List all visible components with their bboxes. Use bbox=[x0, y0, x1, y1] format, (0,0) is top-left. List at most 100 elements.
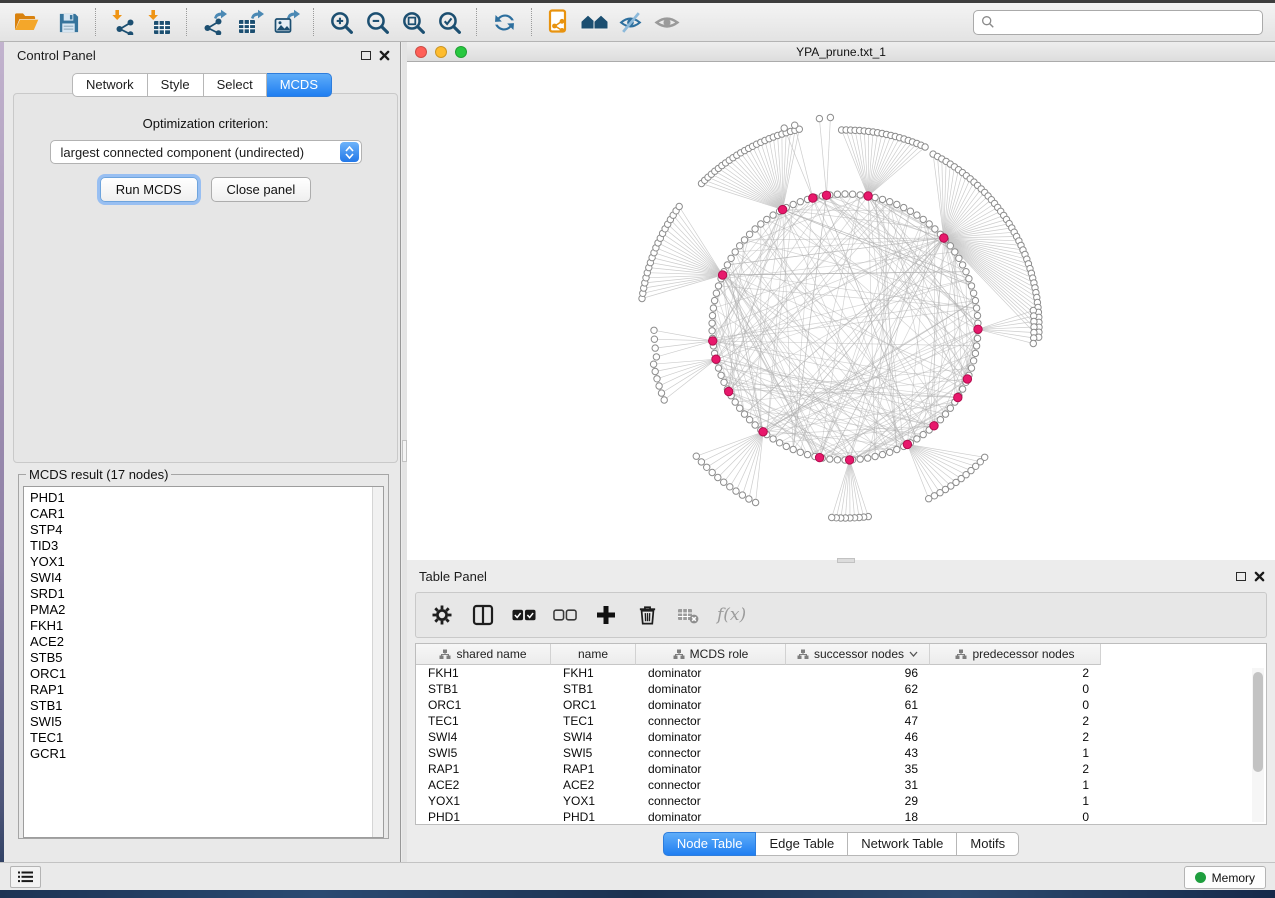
export-table-icon[interactable] bbox=[232, 7, 268, 37]
result-list-item[interactable]: TID3 bbox=[30, 538, 383, 554]
network-node[interactable] bbox=[879, 196, 885, 202]
network-node[interactable] bbox=[920, 216, 926, 222]
network-node[interactable] bbox=[656, 383, 662, 389]
mcds-hub-node[interactable] bbox=[759, 428, 767, 436]
network-node[interactable] bbox=[698, 459, 704, 465]
network-node[interactable] bbox=[842, 191, 848, 197]
open-file-icon[interactable] bbox=[8, 7, 44, 37]
result-list-item[interactable]: PMA2 bbox=[30, 602, 383, 618]
network-node[interactable] bbox=[834, 191, 840, 197]
network-node[interactable] bbox=[709, 312, 715, 318]
network-node[interactable] bbox=[968, 365, 974, 371]
network-node[interactable] bbox=[783, 443, 789, 449]
settings-gear-icon[interactable] bbox=[430, 603, 454, 627]
table-row[interactable]: ORC1ORC1dominator610 bbox=[416, 697, 1266, 713]
result-list-item[interactable]: TEC1 bbox=[30, 730, 383, 746]
select-all-checkboxes-icon[interactable] bbox=[512, 603, 536, 627]
network-node[interactable] bbox=[650, 361, 656, 367]
network-node[interactable] bbox=[704, 464, 710, 470]
network-node[interactable] bbox=[1030, 340, 1036, 346]
network-node[interactable] bbox=[922, 144, 928, 150]
table-scrollbar[interactable] bbox=[1252, 668, 1264, 822]
tab-network-table[interactable]: Network Table bbox=[848, 832, 957, 856]
network-node[interactable] bbox=[947, 243, 953, 249]
network-node[interactable] bbox=[914, 212, 920, 218]
network-node[interactable] bbox=[907, 208, 913, 214]
network-node[interactable] bbox=[816, 115, 822, 121]
column-header-successor-nodes[interactable]: successor nodes bbox=[786, 644, 930, 665]
network-node[interactable] bbox=[894, 446, 900, 452]
mcds-hub-node[interactable] bbox=[725, 387, 733, 395]
network-node[interactable] bbox=[914, 436, 920, 442]
network-node[interactable] bbox=[764, 216, 770, 222]
network-node[interactable] bbox=[956, 255, 962, 261]
network-node[interactable] bbox=[654, 376, 660, 382]
network-node[interactable] bbox=[790, 446, 796, 452]
mcds-hub-node[interactable] bbox=[930, 422, 938, 430]
network-node[interactable] bbox=[741, 237, 747, 243]
network-node[interactable] bbox=[804, 451, 810, 457]
table-row[interactable]: YOX1YOX1connector291 bbox=[416, 793, 1266, 809]
mcds-hub-node[interactable] bbox=[815, 453, 823, 461]
network-node[interactable] bbox=[732, 399, 738, 405]
import-network-icon[interactable] bbox=[105, 7, 141, 37]
network-node[interactable] bbox=[972, 350, 978, 356]
network-node[interactable] bbox=[724, 262, 730, 268]
network-node[interactable] bbox=[952, 249, 958, 255]
column-header-shared-name[interactable]: shared name bbox=[416, 644, 551, 665]
network-node[interactable] bbox=[661, 397, 667, 403]
network-node[interactable] bbox=[887, 199, 893, 205]
network-node[interactable] bbox=[834, 457, 840, 463]
close-panel-icon[interactable] bbox=[1254, 571, 1265, 582]
network-node[interactable] bbox=[937, 417, 943, 423]
save-session-icon[interactable] bbox=[50, 7, 86, 37]
add-column-icon[interactable] bbox=[594, 603, 618, 627]
mcds-result-list[interactable]: PHD1CAR1STP4TID3YOX1SWI4SRD1PMA2FKH1ACE2… bbox=[23, 486, 384, 838]
mcds-hub-node[interactable] bbox=[845, 456, 853, 464]
network-node[interactable] bbox=[693, 453, 699, 459]
deselect-all-checkboxes-icon[interactable] bbox=[553, 603, 577, 627]
network-node[interactable] bbox=[879, 451, 885, 457]
network-node[interactable] bbox=[651, 336, 657, 342]
table-row[interactable]: PHD1PHD1dominator180 bbox=[416, 809, 1266, 825]
result-list-item[interactable]: SWI4 bbox=[30, 570, 383, 586]
network-node[interactable] bbox=[970, 358, 976, 364]
float-panel-icon[interactable] bbox=[1236, 572, 1246, 581]
network-node[interactable] bbox=[887, 449, 893, 455]
mcds-hub-node[interactable] bbox=[864, 192, 872, 200]
network-node[interactable] bbox=[974, 335, 980, 341]
network-node[interactable] bbox=[737, 405, 743, 411]
column-header-predecessor-nodes[interactable]: predecessor nodes bbox=[930, 644, 1101, 665]
network-node[interactable] bbox=[746, 496, 752, 502]
network-node[interactable] bbox=[792, 122, 798, 128]
network-node[interactable] bbox=[942, 411, 948, 417]
result-list-item[interactable]: STB1 bbox=[30, 698, 383, 714]
run-mcds-button[interactable]: Run MCDS bbox=[100, 177, 198, 202]
tab-edge-table[interactable]: Edge Table bbox=[756, 832, 848, 856]
network-node[interactable] bbox=[710, 305, 716, 311]
network-node[interactable] bbox=[652, 368, 658, 374]
network-node[interactable] bbox=[849, 191, 855, 197]
result-list-item[interactable]: FKH1 bbox=[30, 618, 383, 634]
delete-column-icon[interactable] bbox=[635, 603, 659, 627]
network-node[interactable] bbox=[790, 201, 796, 207]
tab-network[interactable]: Network bbox=[72, 73, 148, 97]
network-node[interactable] bbox=[713, 290, 719, 296]
network-node[interactable] bbox=[752, 499, 758, 505]
network-node[interactable] bbox=[974, 312, 980, 318]
mcds-hub-node[interactable] bbox=[903, 440, 911, 448]
search-input[interactable] bbox=[1000, 15, 1255, 29]
tab-style[interactable]: Style bbox=[148, 73, 204, 97]
result-list-item[interactable]: ACE2 bbox=[30, 634, 383, 650]
mcds-hub-node[interactable] bbox=[963, 375, 971, 383]
result-list-item[interactable]: YOX1 bbox=[30, 554, 383, 570]
task-list-button[interactable] bbox=[10, 866, 41, 888]
refresh-view-icon[interactable] bbox=[486, 7, 522, 37]
network-node[interactable] bbox=[926, 496, 932, 502]
table-row[interactable]: ACE2ACE2connector311 bbox=[416, 777, 1266, 793]
table-row[interactable]: SWI5SWI5connector431 bbox=[416, 745, 1266, 761]
network-node[interactable] bbox=[901, 204, 907, 210]
network-node[interactable] bbox=[959, 262, 965, 268]
network-node[interactable] bbox=[733, 488, 739, 494]
network-node[interactable] bbox=[781, 125, 787, 131]
